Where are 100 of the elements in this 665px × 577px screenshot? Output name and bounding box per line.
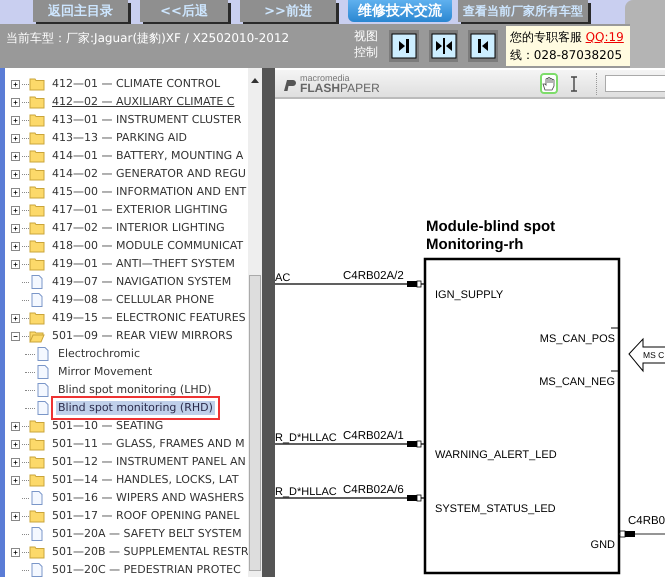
tree-item[interactable]: 419—08 — CELLULAR PHONE: [50, 293, 216, 307]
tree-item[interactable]: 501—16 — WIPERS AND WASHERS: [50, 491, 246, 505]
expand-icon[interactable]: [11, 206, 20, 214]
expand-icon[interactable]: [11, 80, 20, 88]
expand-icon[interactable]: [11, 224, 20, 232]
connector-icon: [407, 494, 422, 502]
tree-item[interactable]: 501—11 — GLASS, FRAMES AND M: [50, 437, 247, 451]
folder-icon: [29, 473, 45, 487]
expand-icon[interactable]: [11, 152, 20, 160]
folder-icon: [29, 113, 45, 127]
tree-item[interactable]: 501—17 — ROOF OPENING PANEL: [50, 509, 242, 523]
folder-icon: [29, 77, 45, 91]
tree-item[interactable]: 501—10 — SEATING: [50, 419, 166, 433]
view-button[interactable]: [468, 30, 498, 62]
scroll-thumb[interactable]: [249, 275, 261, 571]
tree-item[interactable]: 412—01 — CLIMATE CONTROL: [50, 77, 222, 91]
tree-item[interactable]: Electrochromic: [56, 347, 142, 361]
tree-item[interactable]: 501—14 — HANDLES, LOCKS, LAT: [50, 473, 241, 487]
tree-item[interactable]: 414—01 — BATTERY, MOUNTING A: [50, 149, 246, 163]
tree-item[interactable]: 501—09 — REAR VIEW MIRRORS: [50, 329, 235, 343]
tree-item[interactable]: 419—01 — ANTI—THEFT SYSTEM: [50, 257, 237, 271]
expand-icon[interactable]: [11, 476, 20, 484]
expand-icon[interactable]: [11, 134, 20, 142]
connector-label: C4RB02A/6: [343, 484, 404, 496]
logo-text: macromedia: [300, 74, 351, 82]
scroll-up-icon[interactable]: [251, 78, 259, 83]
tree-item[interactable]: 414—02 — GENERATOR AND REGU: [50, 167, 248, 181]
document-icon: [29, 275, 45, 289]
document-icon: [35, 365, 51, 379]
pin-label: MS_CAN_POS: [540, 333, 615, 345]
tree-item[interactable]: 419—15 — ELECTRONIC FEATURES: [50, 311, 248, 325]
tree-item[interactable]: Blind spot monitoring (LHD): [56, 383, 214, 397]
view-icon: [391, 33, 418, 59]
connector-icon: [407, 440, 422, 448]
tree-item[interactable]: 501—12 — INSTRUMENT PANEL AN: [50, 455, 248, 469]
current-model-text: 当前车型：厂家:Jaguar(捷豹)XF / X2502010-2012: [6, 30, 290, 47]
folder-icon: [29, 509, 45, 523]
tree-item[interactable]: 501—20C — PEDESTRIAN PROTEC: [50, 563, 243, 577]
pin-label: IGN_SUPPLY: [435, 289, 504, 301]
qq-link[interactable]: QQ:19: [586, 30, 624, 44]
tree-item[interactable]: Mirror Movement: [56, 365, 154, 379]
phone-text: 线：028-87038205: [510, 47, 624, 64]
folder-icon: [29, 545, 45, 559]
tree-item[interactable]: 418—00 — MODULE COMMUNICAT: [50, 239, 246, 253]
folder-icon: [29, 437, 45, 451]
scrollbar[interactable]: [248, 68, 262, 577]
module-title: Monitoring-rh: [426, 236, 524, 253]
folder-icon: [29, 221, 45, 235]
folder-icon: [29, 95, 45, 109]
tree-item[interactable]: 413—13 — PARKING AID: [50, 131, 190, 145]
expand-icon[interactable]: [11, 242, 20, 250]
document-icon: [29, 527, 45, 541]
view-icon: [470, 33, 496, 59]
tree-item[interactable]: 415—00 — INFORMATION AND ENT: [50, 185, 248, 199]
hand-icon: [542, 76, 556, 92]
tree-item[interactable]: 501—20A — SAFETY BELT SYSTEM: [50, 527, 244, 541]
expand-icon[interactable]: [11, 188, 20, 196]
document-icon: [29, 491, 45, 505]
tree-item[interactable]: Blind spot monitoring (RHD): [56, 401, 215, 415]
tree-item[interactable]: 412—02 — AUXILIARY CLIMATE C: [50, 95, 236, 109]
folder-icon: [29, 239, 45, 253]
tree-item[interactable]: 417—02 — INTERIOR LIGHTING: [50, 221, 227, 235]
wire-label: R_D*HLLAC: [275, 432, 337, 444]
search-field[interactable]: [604, 75, 665, 92]
hand-tool-button[interactable]: [540, 73, 558, 94]
pin-label: GND: [590, 539, 615, 551]
wire-label: R_D*HLLAC: [275, 486, 337, 498]
view-icon: [430, 33, 457, 59]
pin-label: MS_CAN_NEG: [539, 376, 615, 388]
expand-icon[interactable]: [11, 458, 20, 466]
expand-icon[interactable]: [11, 314, 20, 322]
folder-icon: [29, 455, 45, 469]
expand-icon[interactable]: [11, 170, 20, 178]
expand-icon[interactable]: [11, 422, 20, 430]
wire-line: [619, 533, 665, 535]
expand-icon[interactable]: [11, 98, 20, 106]
expand-icon[interactable]: [11, 512, 20, 520]
folder-icon: [29, 419, 45, 433]
view-button[interactable]: [389, 30, 419, 62]
expand-icon[interactable]: [11, 548, 20, 556]
folder-icon: [29, 149, 45, 163]
tree-item[interactable]: 417—01 — EXTERIOR LIGHTING: [50, 203, 230, 217]
document-icon: [35, 347, 51, 361]
view-control-label: 视图控制: [354, 28, 379, 60]
expand-icon[interactable]: [11, 440, 20, 448]
document-icon: [29, 293, 45, 307]
tree-item[interactable]: 413—01 — INSTRUMENT CLUSTER: [50, 113, 244, 127]
pin-label: WARNING_ALERT_LED: [435, 449, 557, 461]
open-folder-icon: [29, 329, 45, 343]
collapse-icon[interactable]: [11, 332, 20, 340]
view-button[interactable]: [428, 30, 458, 62]
expand-icon[interactable]: [11, 260, 20, 268]
tree-item[interactable]: 419—07 — NAVIGATION SYSTEM: [50, 275, 234, 289]
connector-icon: [407, 280, 422, 288]
wire-label: AC: [275, 272, 290, 284]
expand-icon[interactable]: [11, 116, 20, 124]
folder-icon: [29, 167, 45, 181]
module-title: Module-blind spot: [426, 218, 556, 235]
folder-icon: [29, 311, 45, 325]
tree-item[interactable]: 501—20B — SUPPLEMENTAL RESTR: [50, 545, 248, 559]
